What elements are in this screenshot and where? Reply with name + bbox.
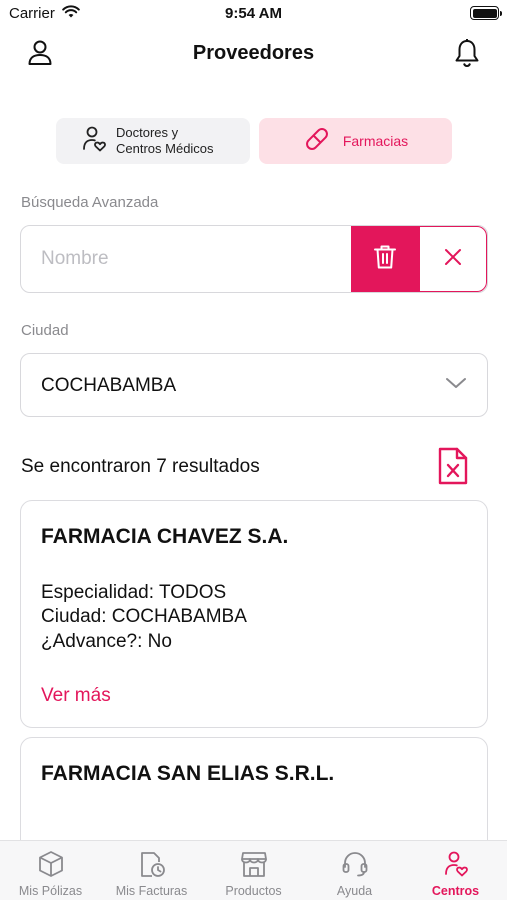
trash-icon bbox=[373, 244, 397, 275]
tab-policies-label: Mis Pólizas bbox=[18, 884, 83, 898]
tab-centers[interactable]: Centros bbox=[405, 841, 506, 900]
segment-pharmacies[interactable]: Farmacias bbox=[259, 118, 452, 164]
tab-policies[interactable]: Mis Pólizas bbox=[0, 841, 101, 900]
tab-invoices-label: Mis Facturas bbox=[115, 884, 188, 898]
pill-icon bbox=[303, 125, 331, 158]
provider-name: FARMACIA SAN ELIAS S.R.L. bbox=[41, 762, 335, 785]
status-bar: Carrier 9:54 AM bbox=[0, 0, 507, 28]
segment-doctors-line1: Doctores y bbox=[116, 125, 179, 140]
tab-bar: Mis Pólizas Mis Facturas Productos Ayuda… bbox=[0, 840, 507, 900]
search-box bbox=[20, 225, 488, 293]
battery-icon bbox=[470, 6, 502, 20]
doctor-heart-icon bbox=[82, 125, 106, 158]
tab-products[interactable]: Productos bbox=[203, 841, 304, 900]
provider-name: FARMACIA CHAVEZ S.A. bbox=[41, 525, 289, 548]
headset-icon bbox=[304, 850, 405, 878]
tab-help-label: Ayuda bbox=[336, 884, 373, 898]
segment-doctors[interactable]: Doctores y Centros Médicos bbox=[56, 118, 250, 164]
segment-doctors-line2: Centros Médicos bbox=[116, 141, 214, 156]
bell-icon[interactable] bbox=[453, 38, 481, 73]
delete-button[interactable] bbox=[351, 226, 419, 292]
city-select-value: COCHABAMBA bbox=[41, 375, 177, 396]
results-count: Se encontraron 7 resultados bbox=[21, 456, 260, 477]
provider-city: Ciudad: COCHABAMBA bbox=[41, 606, 247, 627]
tab-products-label: Productos bbox=[225, 884, 282, 898]
segment-pharmacies-label: Farmacias bbox=[342, 133, 409, 149]
clear-button[interactable] bbox=[419, 226, 487, 292]
advanced-search-label: Búsqueda Avanzada bbox=[21, 194, 159, 211]
cube-icon bbox=[0, 850, 101, 878]
provider-specialty: Especialidad: TODOS bbox=[41, 582, 227, 603]
tab-centers-label: Centros bbox=[431, 884, 480, 898]
provider-advance: ¿Advance?: No bbox=[41, 631, 172, 652]
close-icon bbox=[443, 247, 463, 272]
file-x-icon[interactable] bbox=[437, 446, 469, 491]
tab-invoices[interactable]: Mis Facturas bbox=[101, 841, 202, 900]
provider-card: FARMACIA CHAVEZ S.A. Especialidad: TODOS… bbox=[20, 500, 488, 728]
search-input[interactable] bbox=[21, 226, 351, 292]
segment-doctors-label: Doctores y Centros Médicos bbox=[116, 125, 214, 157]
city-select[interactable]: COCHABAMBA bbox=[20, 353, 488, 417]
city-label: Ciudad bbox=[21, 322, 69, 339]
tab-help[interactable]: Ayuda bbox=[304, 841, 405, 900]
page-title: Proveedores bbox=[192, 42, 315, 64]
nav-bar: Proveedores bbox=[0, 30, 507, 76]
see-more-link[interactable]: Ver más bbox=[41, 685, 111, 707]
store-icon bbox=[203, 850, 304, 878]
chevron-down-icon bbox=[445, 376, 467, 395]
provider-card: FARMACIA SAN ELIAS S.R.L. bbox=[20, 737, 488, 857]
clock: 9:54 AM bbox=[225, 5, 282, 22]
invoice-clock-icon bbox=[101, 850, 202, 878]
doctor-heart-icon bbox=[405, 850, 506, 878]
